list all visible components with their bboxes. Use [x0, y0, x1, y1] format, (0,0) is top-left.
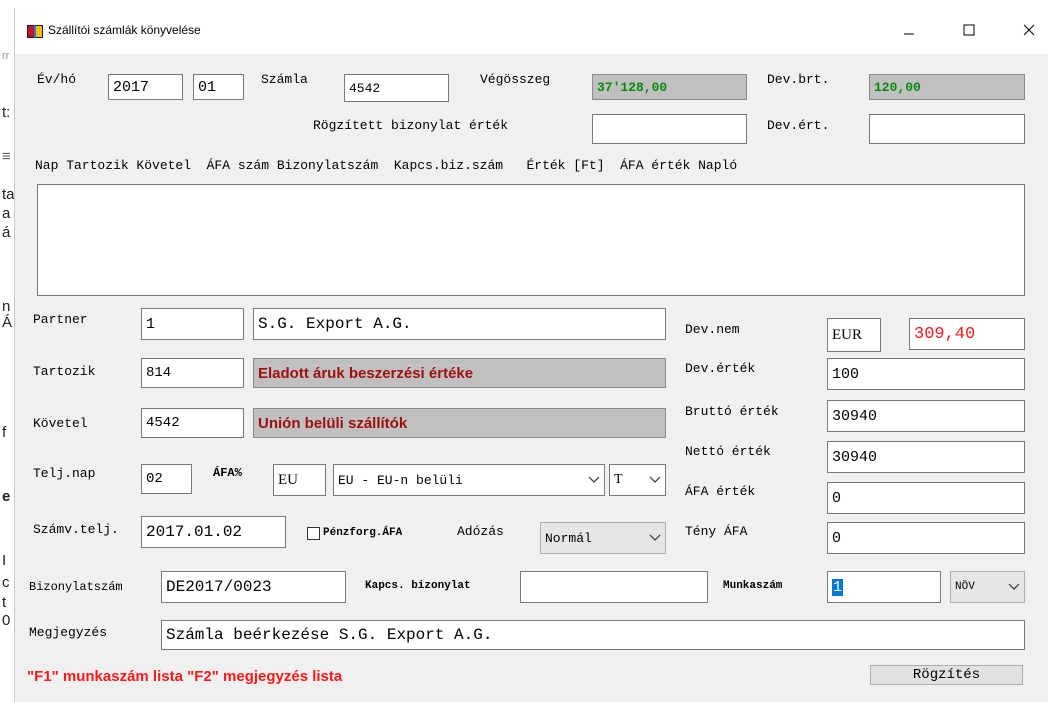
dev-nem-label: Dev.nem	[685, 322, 740, 337]
tartozik-code-field[interactable]: 814	[141, 358, 244, 388]
dev-ert-label: Dev.ért.	[767, 118, 830, 133]
munkaszam-label: Munkaszám	[723, 580, 783, 592]
rogzitett-label: Rögzített bizonylat érték	[313, 118, 509, 133]
afa-select-value: EU - EU-n belüli	[338, 472, 463, 488]
background-window-strip: rr t: ≡ ta a á n Á f e I c t 0	[0, 0, 14, 702]
ev-field[interactable]: 2017	[108, 74, 183, 100]
partner-label: Partner	[33, 312, 88, 327]
kovetel-code-field[interactable]: 4542	[141, 408, 244, 438]
bg-fragment: t	[2, 594, 7, 611]
tartozik-label: Tartozik	[33, 364, 96, 379]
title-bar: Szállítói számlák könyvelése	[15, 8, 1048, 54]
rogzitett-field[interactable]	[592, 114, 747, 144]
bg-fragment: ta	[2, 186, 14, 203]
bg-fragment: rr	[2, 50, 10, 62]
tartozik-name-field: Eladott áruk beszerzési értéke	[253, 358, 666, 388]
afa-ertek-label: ÁFA érték	[685, 484, 756, 499]
netto-label: Nettó érték	[685, 444, 771, 459]
bg-fragment: t:	[2, 104, 11, 121]
netto-field[interactable]: 30940	[827, 441, 1025, 473]
chevron-down-icon	[649, 534, 661, 541]
close-icon	[1023, 24, 1035, 36]
bg-fragment: n	[2, 298, 11, 315]
vegosszeg-field: 37'128,00	[592, 74, 747, 100]
ho-field[interactable]: 01	[193, 74, 244, 100]
munkaszam-select-value: NÖV	[955, 581, 975, 593]
bg-fragment: e	[2, 488, 11, 505]
app-book-icon	[27, 25, 43, 38]
chevron-down-icon	[649, 476, 661, 483]
kovetel-label: Követel	[33, 416, 88, 431]
munkaszam-select[interactable]: NÖV	[950, 571, 1025, 603]
arfolyam-field[interactable]: 309,40	[909, 318, 1025, 350]
dev-nem-field[interactable]: EUR	[827, 318, 881, 352]
bg-fragment: ≡	[2, 148, 11, 165]
munkaszam-field[interactable]: 1	[827, 571, 941, 603]
entries-list[interactable]	[37, 184, 1025, 296]
szamv-telj-label: Számv.telj.	[33, 522, 119, 537]
dev-brt-label: Dev.brt.	[767, 72, 830, 87]
dialog-window: Szállítói számlák könyvelése Év/hó 2017 …	[14, 8, 1048, 702]
telj-nap-label: Telj.nap	[33, 466, 96, 481]
kapcs-bizonylat-label: Kapcs. bizonylat	[365, 580, 471, 592]
close-button[interactable]	[1009, 12, 1048, 48]
munkaszam-selected-text: 1	[832, 578, 844, 596]
chevron-down-icon	[1008, 583, 1020, 590]
afa-select[interactable]: EU - EU-n belüli	[333, 464, 605, 496]
rogzites-button[interactable]: Rögzítés	[870, 665, 1023, 685]
adozas-select[interactable]: Normál	[540, 522, 666, 554]
megjegyzes-label: Megjegyzés	[29, 625, 108, 640]
afa-type-value: T	[614, 472, 623, 487]
megjegyzes-field[interactable]: Számla beérkezése S.G. Export A.G.	[161, 620, 1025, 650]
dev-brt-field: 120,00	[869, 74, 1025, 100]
partner-code-field[interactable]: 1	[141, 308, 244, 340]
list-column-header: Nap Tartozik Követel ÁFA szám Bizonylats…	[35, 158, 738, 173]
maximize-icon	[963, 24, 975, 36]
vegosszeg-label: Végösszeg	[480, 72, 551, 87]
brutto-field[interactable]: 30940	[827, 400, 1025, 432]
bg-fragment: Á	[2, 314, 13, 331]
adozas-value: Normál	[545, 530, 592, 546]
maximize-button[interactable]	[949, 12, 989, 48]
teny-afa-label: Tény ÁFA	[685, 524, 748, 539]
szamla-label: Számla	[261, 72, 308, 87]
afa-label: ÁFA%	[213, 466, 242, 480]
dev-ertek-label: Dev.érték	[685, 361, 756, 376]
szamla-field[interactable]: 4542	[344, 74, 449, 102]
partner-name-field[interactable]: S.G. Export A.G.	[253, 308, 666, 340]
bizonylatszam-label: Bizonylatszám	[29, 580, 123, 594]
dev-ert-field[interactable]	[869, 114, 1025, 144]
afa-type-select[interactable]: T	[609, 464, 666, 496]
brutto-label: Bruttó érték	[685, 404, 779, 419]
afa-ertek-field[interactable]: 0	[827, 482, 1025, 514]
afa-code-field[interactable]: EU	[273, 464, 326, 496]
adozas-label: Adózás	[457, 524, 504, 539]
bg-fragment: f	[2, 424, 7, 441]
window-title: Szállítói számlák könyvelése	[48, 23, 201, 37]
kapcs-bizonylat-field[interactable]	[520, 571, 708, 603]
szamv-telj-field[interactable]: 2017.01.02	[141, 516, 286, 548]
telj-nap-field[interactable]: 02	[141, 464, 192, 494]
teny-afa-field[interactable]: 0	[827, 522, 1025, 554]
ev-ho-label: Év/hó	[37, 72, 77, 87]
shortcut-hint: "F1" munkaszám lista "F2" megjegyzés lis…	[27, 668, 343, 685]
dev-ertek-field[interactable]: 100	[827, 358, 1025, 390]
bg-fragment: I	[2, 552, 7, 569]
bg-fragment: a	[2, 205, 11, 222]
chevron-down-icon	[588, 476, 600, 483]
penzforg-label: Pénzforg.ÁFA	[323, 527, 403, 539]
bizonylatszam-field[interactable]: DE2017/0023	[161, 571, 346, 603]
kovetel-name-field: Unión belüli szállítók	[253, 408, 666, 438]
bg-fragment: c	[2, 574, 10, 591]
bg-fragment: 0	[2, 612, 11, 629]
minimize-icon	[904, 33, 914, 35]
penzforg-checkbox[interactable]	[307, 527, 320, 540]
minimize-button[interactable]	[889, 12, 929, 48]
bg-fragment: á	[2, 224, 11, 241]
